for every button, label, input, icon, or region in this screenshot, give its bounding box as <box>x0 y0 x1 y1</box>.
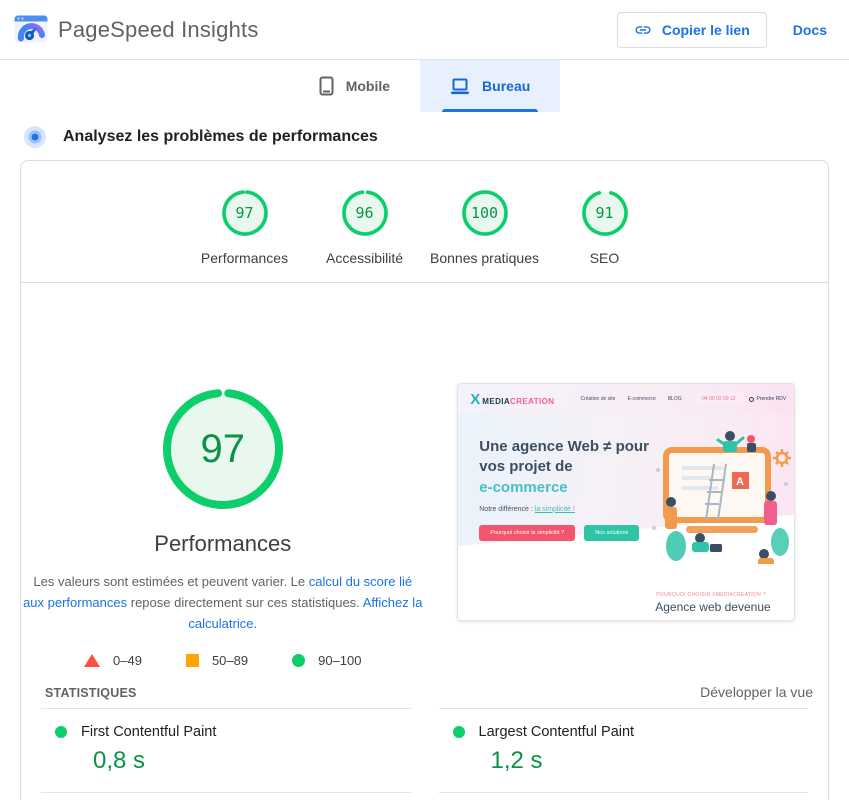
site-nav-item: Création de site <box>580 396 615 402</box>
expand-view-link[interactable]: Développer la vue <box>700 684 813 700</box>
legend-range: 50–89 <box>212 653 248 668</box>
site-screenshot-thumbnail[interactable]: X MEDIA CREATION Création de site E-comm… <box>457 383 795 621</box>
tab-mobile[interactable]: Mobile <box>289 60 420 112</box>
site-kicker: POURQUOI CHOISIR XMEDIACREATION ? <box>656 592 766 598</box>
section-title-row: Analysez les problèmes de performances <box>24 126 849 148</box>
tab-mobile-label: Mobile <box>346 78 390 94</box>
pass-circle-icon <box>292 654 305 667</box>
score-label: Accessibilité <box>326 250 403 266</box>
copy-link-label: Copier le lien <box>662 22 750 38</box>
seo-gauge: 91 <box>581 189 629 237</box>
metrics-grid: First Contentful Paint 0,8 s Largest Con… <box>21 708 828 800</box>
report-body: 97 Performances Les valeurs sont estimée… <box>21 283 828 668</box>
performances-score: 97 <box>221 189 269 237</box>
legend-range: 90–100 <box>318 653 361 668</box>
score-label: Performances <box>201 250 288 266</box>
fail-triangle-icon <box>84 654 100 667</box>
score-label: SEO <box>590 250 620 266</box>
site-logo-creation: CREATION <box>510 397 554 406</box>
site-bottom-section: POURQUOI CHOISIR XMEDIACREATION ? Agence… <box>458 564 794 621</box>
metric-value: 1,2 s <box>491 747 809 775</box>
legend-average: 50–89 <box>186 653 248 668</box>
metric-cls: Cumulative Layout Shift <box>439 792 809 800</box>
docs-link[interactable]: Docs <box>793 22 827 38</box>
performance-summary: 97 Performances Les valeurs sont estimée… <box>21 283 425 668</box>
legend-pass: 90–100 <box>292 653 361 668</box>
score-legend: 0–49 50–89 90–100 <box>84 653 361 668</box>
site-primary-button: Pourquoi choisir la simplicité ? <box>479 525 575 541</box>
site-hero-buttons: Pourquoi choisir la simplicité ? Nos sol… <box>479 525 794 541</box>
metric-label: First Contentful Paint <box>81 724 216 740</box>
copy-link-button[interactable]: Copier le lien <box>617 12 767 48</box>
link-icon <box>634 21 652 39</box>
hero-line: Une agence Web ≠ pour <box>479 437 794 457</box>
hero-sub-prefix: Notre différence : <box>479 506 535 513</box>
bonnes-pratiques-gauge: 100 <box>461 189 509 237</box>
score-summary-row: 97 Performances 96 Accessibilité 100 <box>21 161 828 282</box>
site-logo: X MEDIA CREATION <box>470 391 554 408</box>
site-hero-heading: Une agence Web ≠ pour vos projet de e-co… <box>479 437 794 498</box>
app-title: PageSpeed Insights <box>58 17 259 43</box>
report-card: 97 Performances 96 Accessibilité 100 <box>20 160 829 800</box>
site-nav-item: E-commerce <box>627 396 655 402</box>
app-header: PageSpeed Insights Copier le lien Docs <box>0 0 849 60</box>
score-item-seo[interactable]: 91 SEO <box>545 189 665 266</box>
site-rdv: Prendre RDV <box>749 396 787 402</box>
metric-tbt: Total Blocking Time <box>41 792 411 800</box>
pagespeed-logo[interactable]: PageSpeed Insights <box>14 15 259 45</box>
score-item-performances[interactable]: 97 Performances <box>185 189 305 266</box>
desktop-icon <box>450 78 470 95</box>
hero-sub-link: la simplicité ! <box>535 506 575 513</box>
site-secondary-button: Nos solutions <box>584 525 639 541</box>
site-nav-item: BLOG <box>668 396 682 402</box>
mobile-icon <box>319 76 334 96</box>
site-hero: A <box>458 414 794 564</box>
average-square-icon <box>186 654 199 667</box>
accessibilite-gauge: 96 <box>341 189 389 237</box>
device-tabbar: Mobile Bureau <box>0 60 849 112</box>
tab-bureau[interactable]: Bureau <box>420 60 560 112</box>
stats-heading: STATISTIQUES <box>45 686 137 700</box>
site-logo-media: MEDIA <box>482 397 510 406</box>
tab-bureau-label: Bureau <box>482 78 530 94</box>
disclaimer-text: repose directement sur ces statistiques. <box>127 595 363 610</box>
main-performance-score: 97 <box>161 387 285 511</box>
score-label: Bonnes pratiques <box>430 250 539 266</box>
accessibilite-score: 96 <box>341 189 389 237</box>
score-disclaimer: Les valeurs sont estimées et peuvent var… <box>22 572 424 634</box>
pagespeed-logo-icon <box>14 15 48 45</box>
pass-dot-icon <box>55 726 67 738</box>
metric-label: Largest Contentful Paint <box>479 724 635 740</box>
site-hero-text: Une agence Web ≠ pour vos projet de e-co… <box>458 414 794 541</box>
insights-icon <box>24 126 46 148</box>
metric-fcp: First Contentful Paint 0,8 s <box>41 708 411 792</box>
bonnes-pratiques-score: 100 <box>461 189 509 237</box>
legend-fail: 0–49 <box>84 653 142 668</box>
main-performance-gauge: 97 <box>161 387 285 511</box>
legend-range: 0–49 <box>113 653 142 668</box>
site-rdv-label: Prendre RDV <box>757 396 787 402</box>
stats-header: STATISTIQUES Développer la vue <box>21 684 828 708</box>
performance-gauge-label: Performances <box>154 531 291 557</box>
metric-value: 0,8 s <box>93 747 411 775</box>
screenshot-column: X MEDIA CREATION Création de site E-comm… <box>425 283 829 668</box>
hero-line: e-commerce <box>479 478 794 498</box>
page-title: Analysez les problèmes de performances <box>63 128 378 146</box>
hero-line: vos projet de <box>479 457 794 477</box>
site-header-right: 04 00 02 00 12 Prendre RDV <box>695 393 786 405</box>
seo-score: 91 <box>581 189 629 237</box>
metric-lcp: Largest Contentful Paint 1,2 s <box>439 708 809 792</box>
site-hero-subtext: Notre différence : la simplicité ! <box>479 506 794 513</box>
score-item-bonnes-pratiques[interactable]: 100 Bonnes pratiques <box>425 189 545 266</box>
site-nav: Création de site E-commerce BLOG <box>580 396 681 402</box>
site-header: X MEDIA CREATION Création de site E-comm… <box>458 384 794 414</box>
site-logo-x: X <box>470 391 480 408</box>
performances-gauge: 97 <box>221 189 269 237</box>
site-phone: 04 00 02 00 12 <box>695 393 742 405</box>
site-bottom-title: Agence web devenue <box>655 600 770 614</box>
score-item-accessibilite[interactable]: 96 Accessibilité <box>305 189 425 266</box>
clock-icon <box>749 397 754 402</box>
disclaimer-text: Les valeurs sont estimées et peuvent var… <box>33 574 308 589</box>
pass-dot-icon <box>453 726 465 738</box>
